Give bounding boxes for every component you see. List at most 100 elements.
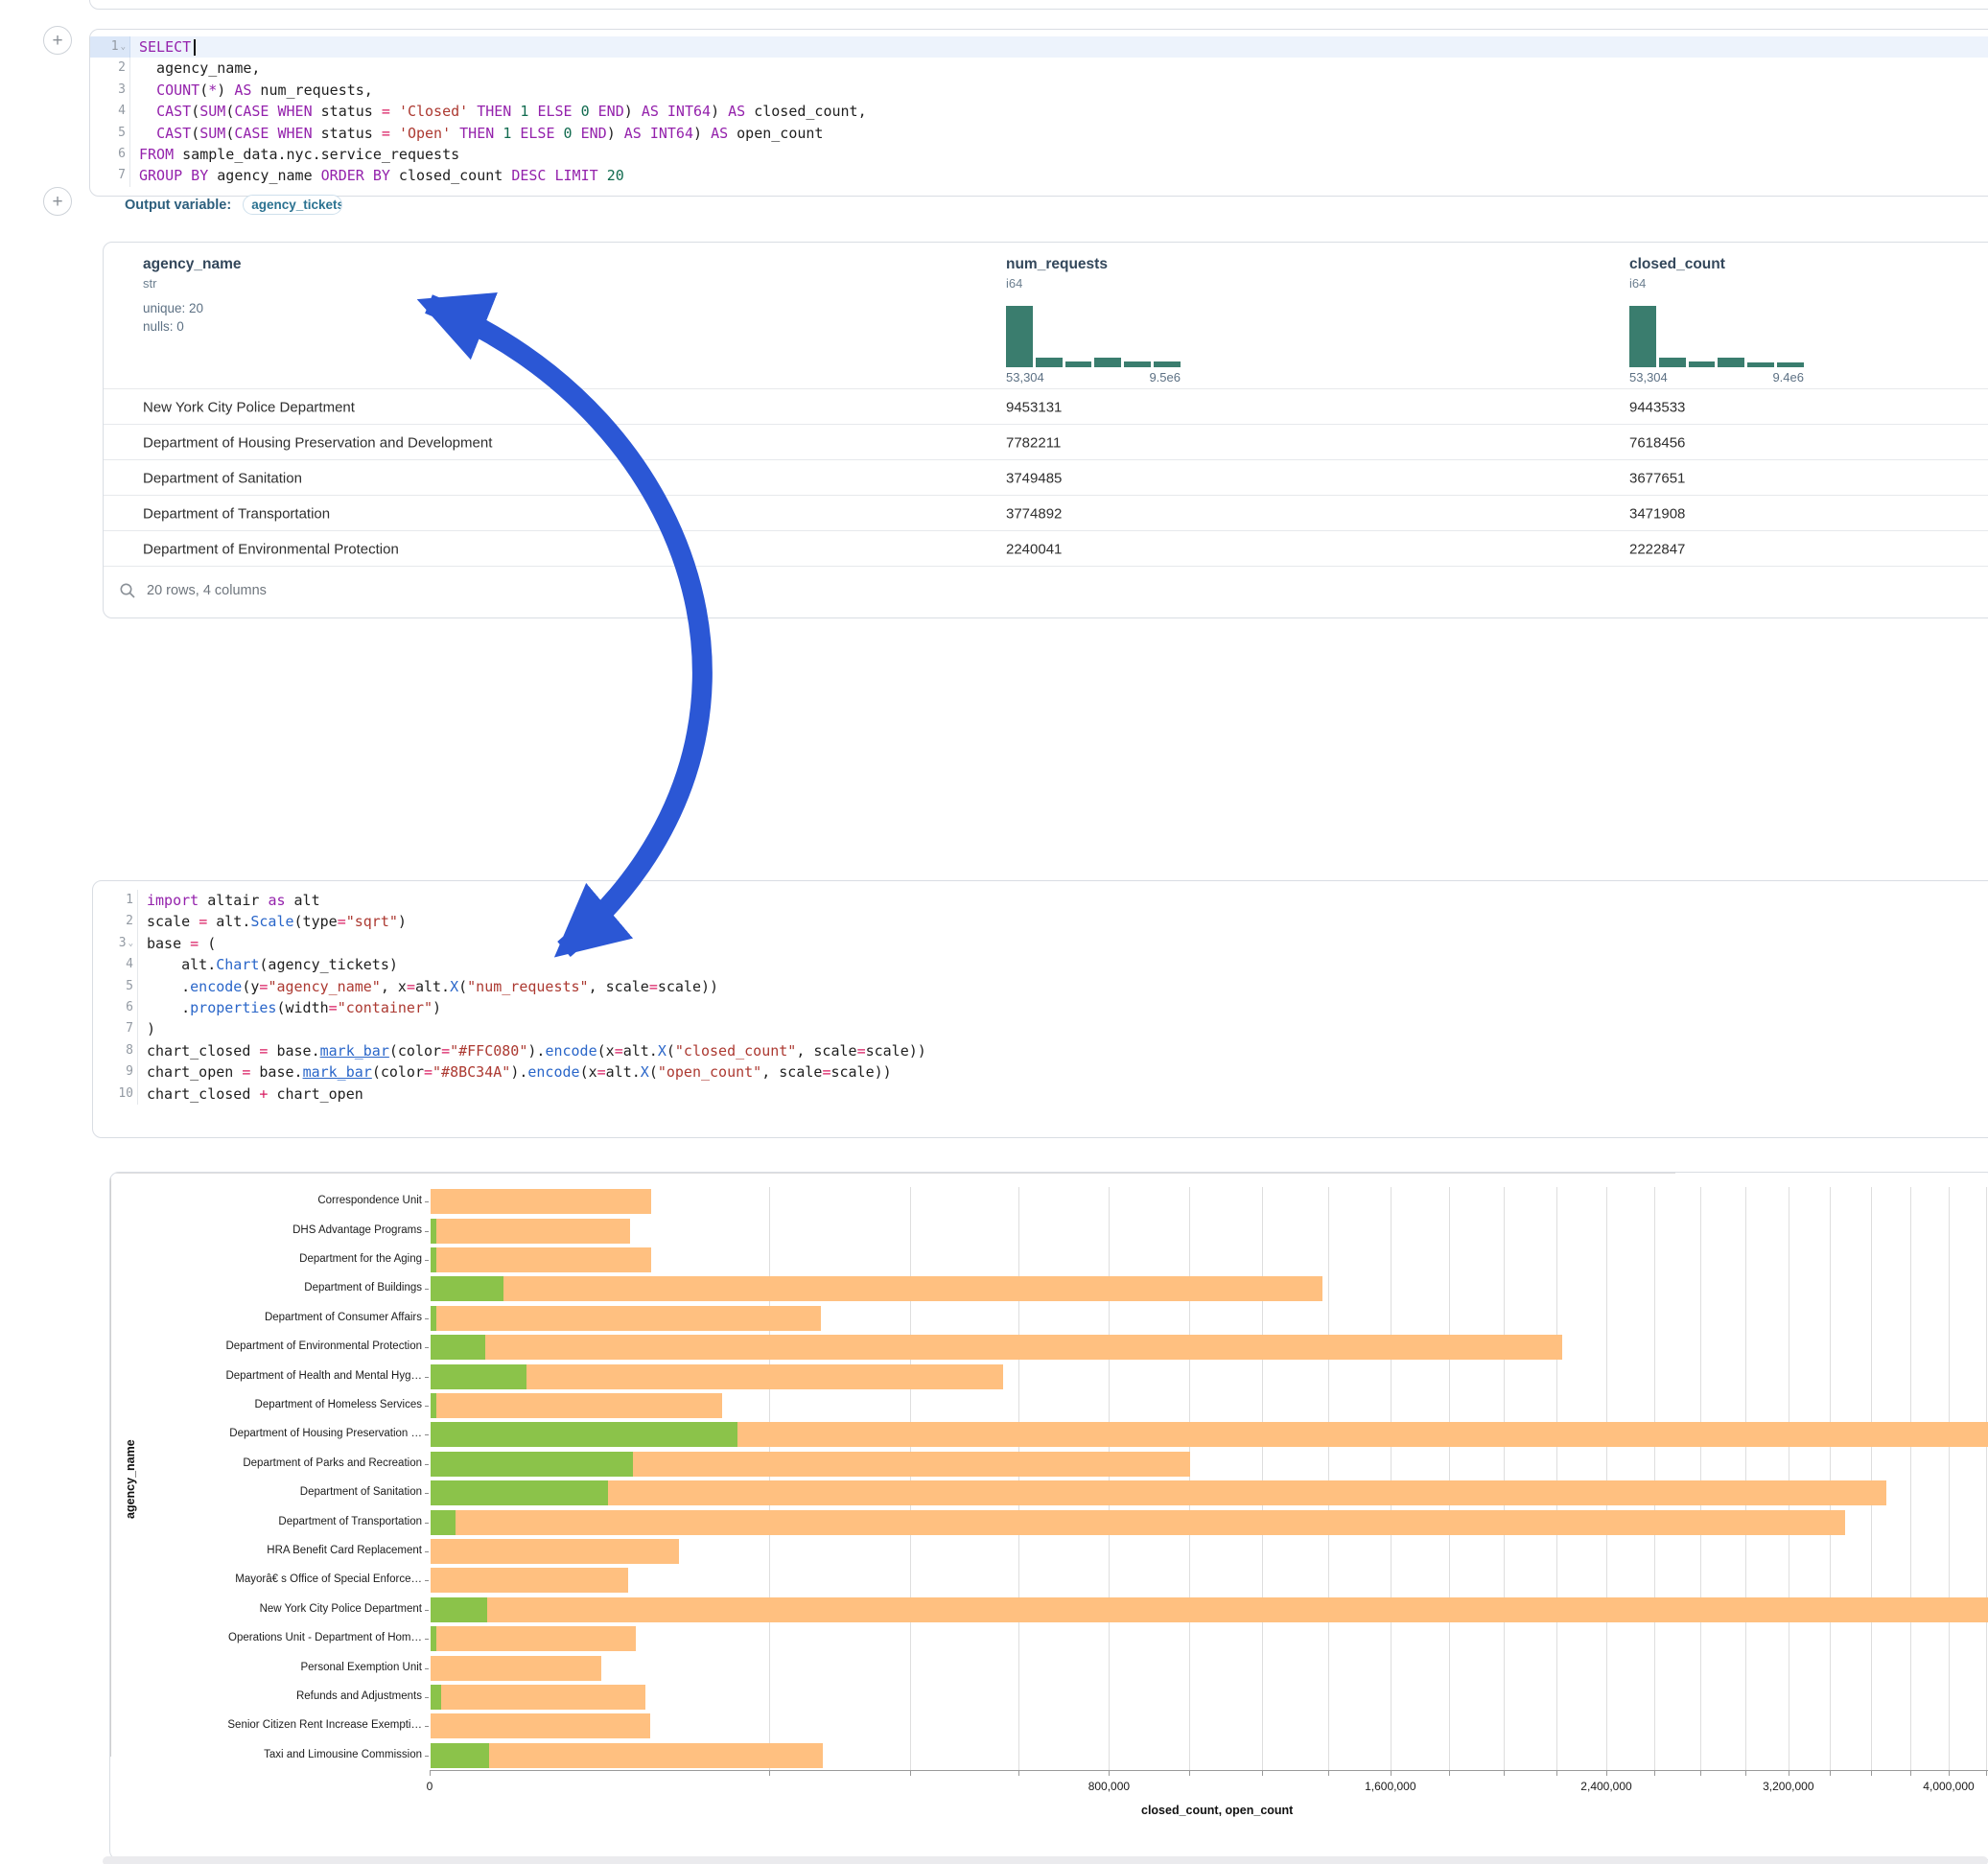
bar-open_count xyxy=(431,1743,489,1768)
y-tick xyxy=(425,1289,429,1290)
y-tick xyxy=(425,1580,429,1581)
x-tick-label: 2,400,000 xyxy=(1580,1780,1631,1793)
gridline xyxy=(1328,1187,1329,1770)
gridline xyxy=(910,1187,911,1770)
add-cell-button-below-sql[interactable]: + xyxy=(43,187,72,216)
x-tick-label: 3,200,000 xyxy=(1763,1780,1813,1793)
y-tick xyxy=(425,1756,429,1757)
bar-open_count xyxy=(431,1685,441,1710)
code-line[interactable]: 5 .encode(y="agency_name", x=alt.X("num_… xyxy=(93,976,1988,997)
collapse-chevron-icon[interactable]: ⌄ xyxy=(121,42,126,52)
add-cell-button-top[interactable]: + xyxy=(43,26,72,55)
code-text: chart_open = base.mark_bar(color="#8BC34… xyxy=(138,1061,892,1083)
search-icon[interactable] xyxy=(119,582,136,599)
collapse-chevron-icon[interactable]: ⌄ xyxy=(129,939,133,948)
code-text: alt.Chart(agency_tickets) xyxy=(138,954,398,975)
bar-open_count xyxy=(431,1393,436,1418)
code-line[interactable]: 7) xyxy=(93,1018,1988,1039)
y-axis-label: Personal Exemption Unit xyxy=(110,1662,422,1673)
gridline xyxy=(1871,1187,1872,1770)
y-tick xyxy=(425,1377,429,1378)
y-axis-label: Department of Health and Mental Hyg… xyxy=(110,1370,422,1382)
code-text: .encode(y="agency_name", x=alt.X("num_re… xyxy=(138,976,718,997)
column-name: num_requests xyxy=(1006,256,1108,273)
column-type: str xyxy=(143,276,242,291)
code-line[interactable]: 3⌄base = ( xyxy=(93,933,1988,954)
table-cell: 9443533 xyxy=(1629,399,1685,415)
code-text: agency_name, xyxy=(130,58,260,79)
code-text: .properties(width="container") xyxy=(138,997,441,1018)
previous-cell-edge xyxy=(89,0,1988,10)
bar-open_count xyxy=(431,1247,436,1272)
y-tick xyxy=(425,1318,429,1319)
code-line[interactable]: 1import altair as alt xyxy=(93,890,1988,911)
notebook-page: + + 1⌄SELECT2 agency_name,3 COUNT(*) AS … xyxy=(0,0,1988,1864)
line-number: 5 xyxy=(90,123,130,144)
text-cursor xyxy=(194,39,196,56)
y-axis-label: Department of Sanitation xyxy=(110,1486,422,1498)
bar-open_count xyxy=(431,1422,738,1447)
code-line[interactable]: 4 alt.Chart(agency_tickets) xyxy=(93,954,1988,975)
y-tick xyxy=(425,1551,429,1552)
table-row[interactable]: New York City Police Department945313194… xyxy=(104,388,1988,425)
y-axis-label: Mayorâ€ s Office of Special Enforce… xyxy=(110,1573,422,1585)
table-cell: 3471908 xyxy=(1629,505,1685,522)
python-code-cell[interactable]: 1import altair as alt2scale = alt.Scale(… xyxy=(92,880,1988,1138)
code-text: import altair as alt xyxy=(138,890,320,911)
table-cell: 7782211 xyxy=(1006,434,1061,451)
output-variable-pill[interactable]: agency_tickets xyxy=(243,195,342,215)
column-header-agency-name[interactable]: agency_name str unique: 20 nulls: 0 xyxy=(143,256,242,336)
code-line[interactable]: 4 CAST(SUM(CASE WHEN status = 'Closed' T… xyxy=(90,101,1988,122)
x-tick xyxy=(1606,1771,1607,1776)
y-tick xyxy=(425,1493,429,1494)
bar-closed_count xyxy=(431,1480,1887,1505)
line-number: 7 xyxy=(90,165,130,186)
bar-open_count xyxy=(431,1335,486,1360)
sql-code-cell[interactable]: 1⌄SELECT2 agency_name,3 COUNT(*) AS num_… xyxy=(89,29,1988,197)
code-line[interactable]: 10chart_closed + chart_open xyxy=(93,1083,1988,1105)
bar-closed_count xyxy=(431,1656,602,1681)
horizontal-scrollbar[interactable] xyxy=(103,1856,1988,1864)
y-axis-label: Department of Parks and Recreation xyxy=(110,1457,422,1469)
x-tick xyxy=(1262,1771,1263,1776)
line-number: 1⌄ xyxy=(90,36,130,58)
table-cell: Department of Housing Preservation and D… xyxy=(143,434,492,451)
y-tick xyxy=(425,1668,429,1669)
code-text: GROUP BY agency_name ORDER BY closed_cou… xyxy=(130,165,624,186)
column-type: i64 xyxy=(1629,276,1725,291)
code-text: COUNT(*) AS num_requests, xyxy=(130,80,373,101)
gridline xyxy=(1910,1187,1911,1770)
bar-closed_count xyxy=(431,1219,630,1244)
column-header-closed-count[interactable]: closed_count i64 xyxy=(1629,256,1725,291)
code-line[interactable]: 8chart_closed = base.mark_bar(color="#FF… xyxy=(93,1040,1988,1061)
y-axis-label: New York City Police Department xyxy=(110,1603,422,1615)
code-line[interactable]: 7GROUP BY agency_name ORDER BY closed_co… xyxy=(90,165,1988,186)
y-tick xyxy=(425,1464,429,1465)
x-tick xyxy=(1391,1771,1392,1776)
x-tick xyxy=(1654,1771,1655,1776)
y-axis-label: Senior Citizen Rent Increase Exempti… xyxy=(110,1719,422,1731)
bar-closed_count xyxy=(431,1189,652,1214)
bar-closed_count xyxy=(431,1335,1563,1360)
code-line[interactable]: 1⌄SELECT xyxy=(90,36,1988,58)
table-row[interactable]: Department of Housing Preservation and D… xyxy=(104,424,1988,460)
line-number: 2 xyxy=(90,58,130,79)
table-row[interactable]: Department of Sanitation37494853677651 xyxy=(104,459,1988,496)
code-line[interactable]: 2scale = alt.Scale(type="sqrt") xyxy=(93,911,1988,932)
code-line[interactable]: 2 agency_name, xyxy=(90,58,1988,79)
y-axis-title: agency_name xyxy=(124,1439,137,1519)
x-tick xyxy=(1556,1771,1557,1776)
table-row[interactable]: Department of Transportation377489234719… xyxy=(104,495,1988,531)
code-line[interactable]: 5 CAST(SUM(CASE WHEN status = 'Open' THE… xyxy=(90,123,1988,144)
y-axis-label: HRA Benefit Card Replacement xyxy=(110,1545,422,1556)
x-tick xyxy=(1830,1771,1831,1776)
code-line[interactable]: 6FROM sample_data.nyc.service_requests xyxy=(90,144,1988,165)
table-cell: 2240041 xyxy=(1006,541,1062,557)
code-line[interactable]: 6 .properties(width="container") xyxy=(93,997,1988,1018)
code-line[interactable]: 9chart_open = base.mark_bar(color="#8BC3… xyxy=(93,1061,1988,1083)
column-header-num-requests[interactable]: num_requests i64 xyxy=(1006,256,1108,291)
table-row[interactable]: Department of Environmental Protection22… xyxy=(104,530,1988,567)
y-tick xyxy=(425,1639,429,1640)
code-line[interactable]: 3 COUNT(*) AS num_requests, xyxy=(90,80,1988,101)
x-tick xyxy=(1018,1771,1019,1776)
